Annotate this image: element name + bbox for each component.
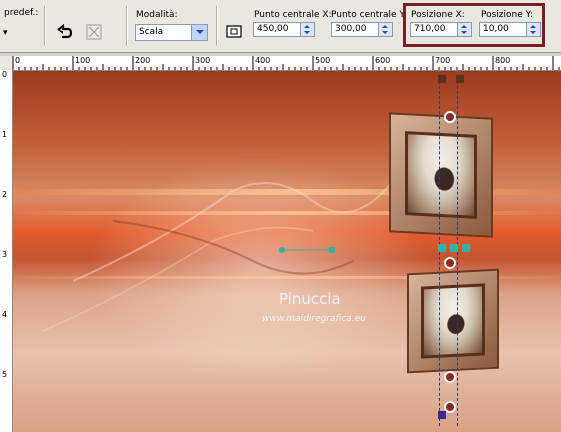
separator: [44, 6, 46, 46]
preset-label: predef.:: [4, 8, 39, 18]
image-canvas[interactable]: Pinuccia www.maidiregrafica.eu: [13, 71, 561, 432]
modality-value: Scala: [139, 27, 164, 37]
deform-toolbar: predef.: ▾ Modalità: Scala Punto central…: [0, 0, 561, 53]
photo-frame-top: [389, 112, 493, 238]
center-x-value: 450,00: [257, 24, 289, 34]
modality-select[interactable]: Scala: [135, 24, 208, 41]
portrait-image: [405, 131, 477, 219]
handle-node[interactable]: [462, 244, 470, 252]
portrait-image: [421, 283, 485, 359]
spinner-icon[interactable]: [378, 23, 392, 36]
ruler-tick-label: 400: [255, 56, 271, 65]
reset-icon[interactable]: [84, 22, 104, 42]
ruler-tick-label: 3: [2, 250, 8, 259]
ruler-tick-label: 0: [2, 70, 8, 79]
ruler-tick-label: 1: [2, 130, 8, 139]
ruler-tick-label: 300: [195, 56, 211, 65]
separator: [216, 6, 218, 46]
handle-node[interactable]: [438, 244, 446, 252]
corner-handle[interactable]: [456, 75, 464, 83]
ruler-tick-label: 5: [2, 370, 8, 379]
ruler-top: 0 100 200 300 400 500 600 700 800: [12, 56, 561, 71]
center-x-field[interactable]: 450,00: [253, 22, 315, 37]
ruler-corner: [0, 56, 12, 70]
ruler-left: 0 1 2 3 4 5: [0, 70, 13, 432]
corner-handle[interactable]: [438, 411, 446, 419]
circle-deco: [444, 111, 456, 123]
center-x-label: Punto centrale X:: [254, 10, 332, 20]
ruler-tick-label: 4: [2, 310, 8, 319]
ruler-tick-label: 700: [435, 56, 451, 65]
modality-label: Modalità:: [136, 10, 178, 20]
separator: [126, 6, 128, 46]
chevron-down-icon[interactable]: [191, 25, 207, 40]
center-y-field[interactable]: 300,00: [331, 22, 393, 37]
center-y-label: Punto centrale Y:: [331, 10, 407, 20]
preset-dropdown-arrow[interactable]: ▾: [3, 28, 8, 38]
ruler-top-ticks: [12, 56, 560, 70]
photo-frame-bottom: [407, 268, 499, 374]
center-icon[interactable]: [224, 22, 244, 42]
ruler-tick-label: 0: [15, 56, 21, 65]
corner-handle[interactable]: [438, 75, 446, 83]
ruler-tick-label: 500: [315, 56, 331, 65]
ruler-tick-label: 100: [75, 56, 91, 65]
ruler-tick-label: 2: [2, 190, 8, 199]
ruler-tick-label: 200: [135, 56, 151, 65]
watermark-url: www.maidiregrafica.eu: [262, 314, 366, 324]
circle-deco: [444, 371, 456, 383]
circle-deco: [444, 257, 456, 269]
ruler-tick-label: 600: [375, 56, 391, 65]
handle-node[interactable]: [450, 244, 458, 252]
center-y-value: 300,00: [335, 24, 367, 34]
position-highlight-box: [403, 3, 545, 47]
ruler-tick-label: 800: [495, 56, 511, 65]
rotation-handle[interactable]: [278, 244, 338, 256]
watermark-name: Pinuccia: [279, 290, 341, 308]
undo-icon[interactable]: [54, 22, 74, 42]
spinner-icon[interactable]: [300, 23, 314, 36]
